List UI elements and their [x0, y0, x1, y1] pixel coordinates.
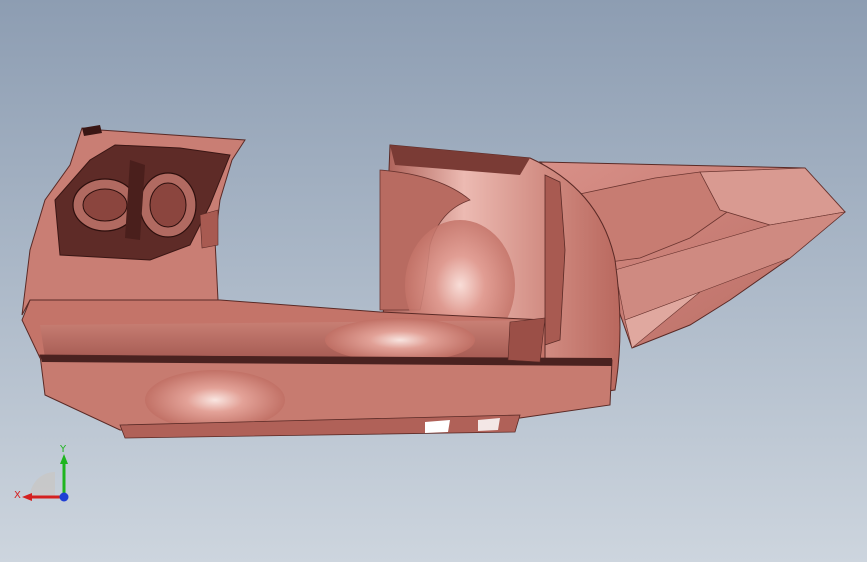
coordinate-triad: Y X [14, 444, 69, 502]
y-axis-arrow [60, 454, 68, 464]
x-axis-label: X [14, 490, 21, 501]
x-axis-arrow [22, 493, 32, 501]
front-cockpit[interactable] [21, 125, 246, 316]
graphics-viewport[interactable]: Y X [0, 0, 867, 562]
z-axis-dot [59, 492, 69, 502]
3d-model-canvas[interactable] [0, 0, 867, 562]
main-body[interactable] [21, 299, 613, 439]
y-axis-label: Y [59, 444, 67, 455]
triad-base-quadrant [30, 472, 55, 497]
